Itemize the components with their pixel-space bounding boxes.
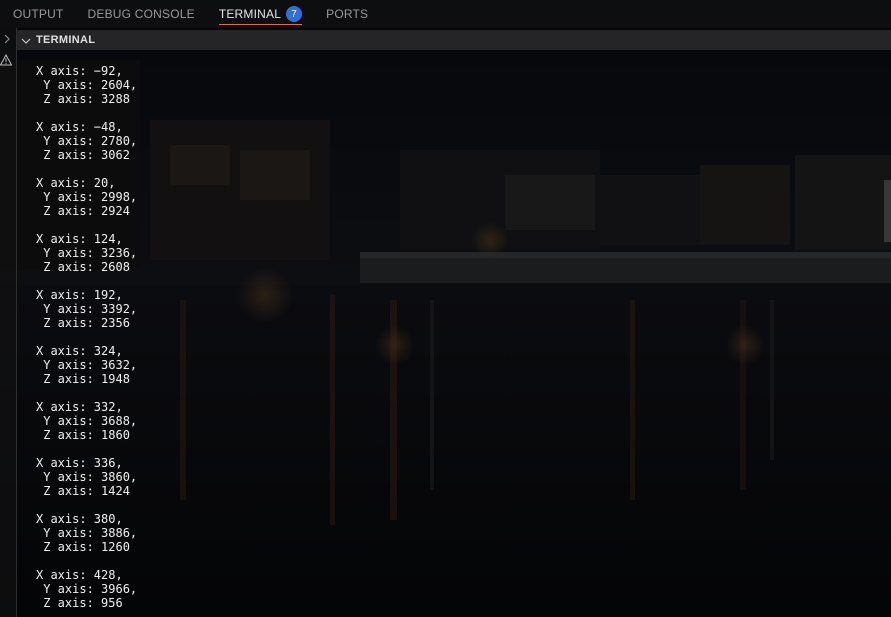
terminal-entry: X axis: −92, Y axis: 2604, Z axis: 3288 (36, 64, 876, 106)
terminal-line-y-axis: Y axis: 3966, (36, 582, 138, 596)
tab-ports[interactable]: PORTS (326, 0, 368, 28)
terminal-line-z-axis: Z axis: 1948 (36, 372, 130, 386)
terminal-line-z-axis: Z axis: 3062 (36, 148, 130, 162)
terminal-entry: X axis: 20, Y axis: 2998, Z axis: 2924 (36, 176, 876, 218)
terminal-line-y-axis: Y axis: 2998, (36, 190, 138, 204)
terminal-line-x-axis: X axis: −92, (36, 64, 123, 78)
terminal-section-header[interactable]: TERMINAL (17, 30, 891, 50)
terminal-entry: X axis: −48, Y axis: 2780, Z axis: 3062 (36, 120, 876, 162)
terminal-line-z-axis: Z axis: 1260 (36, 540, 130, 554)
tab-output[interactable]: OUTPUT (13, 0, 64, 28)
terminal-line-x-axis: X axis: 20, (36, 176, 116, 190)
terminal-scrollbar[interactable] (881, 50, 891, 617)
terminal-line-x-axis: X axis: 324, (36, 344, 123, 358)
terminal-line-z-axis: Z axis: 956 (36, 596, 123, 610)
terminal-line-x-axis: X axis: 332, (36, 400, 123, 414)
terminal-line-x-axis: X axis: −48, (36, 120, 123, 134)
terminal-line-y-axis: Y axis: 3886, (36, 526, 138, 540)
terminal-entry: X axis: 124, Y axis: 3236, Z axis: 2608 (36, 232, 876, 274)
tab-ports-label: PORTS (326, 7, 369, 21)
terminal-entry: X axis: 192, Y axis: 3392, Z axis: 2356 (36, 288, 876, 330)
terminal-line-z-axis: Z axis: 2608 (36, 260, 130, 274)
terminal-line-x-axis: X axis: 124, (36, 232, 123, 246)
terminal-line-x-axis: X axis: 192, (36, 288, 123, 302)
left-gutter (0, 28, 17, 617)
tab-debug-console-label: DEBUG CONSOLE (87, 7, 195, 21)
terminal-line-y-axis: Y axis: 3688, (36, 414, 138, 428)
terminal-line-x-axis: X axis: 336, (36, 456, 123, 470)
terminal-line-z-axis: Z axis: 3288 (36, 92, 130, 106)
terminal-line-y-axis: Y axis: 2780, (36, 134, 138, 148)
terminal-line-y-axis: Y axis: 3860, (36, 470, 138, 484)
tab-output-label: OUTPUT (13, 7, 64, 21)
terminal-output[interactable]: X axis: −92, Y axis: 2604, Z axis: 3288 X… (36, 64, 876, 617)
terminal-entry: X axis: 324, Y axis: 3632, Z axis: 1948 (36, 344, 876, 386)
tab-terminal[interactable]: TERMINAL 7 (218, 0, 303, 28)
terminal-line-y-axis: Y axis: 3236, (36, 246, 138, 260)
section-title: TERMINAL (36, 34, 96, 46)
warning-icon[interactable] (0, 53, 13, 66)
chevron-down-icon[interactable] (20, 34, 32, 46)
tab-terminal-label: TERMINAL (218, 7, 282, 21)
terminal-entry: X axis: 332, Y axis: 3688, Z axis: 1860 (36, 400, 876, 442)
terminal-line-y-axis: Y axis: 3632, (36, 358, 138, 372)
terminal-line-z-axis: Z axis: 2356 (36, 316, 130, 330)
terminal-count-badge: 7 (286, 6, 303, 22)
terminal-line-y-axis: Y axis: 3392, (36, 302, 138, 316)
terminal-line-z-axis: Z axis: 2924 (36, 204, 130, 218)
panel-tab-bar: OUTPUT DEBUG CONSOLE TERMINAL 7 PORTS (0, 0, 891, 28)
terminal-line-z-axis: Z axis: 1860 (36, 428, 130, 442)
scrollbar-thumb[interactable] (884, 180, 891, 242)
terminal-entry: X axis: 428, Y axis: 3966, Z axis: 956 (36, 568, 876, 610)
terminal-line-y-axis: Y axis: 2604, (36, 78, 138, 92)
terminal-entry: X axis: 336, Y axis: 3860, Z axis: 1424 (36, 456, 876, 498)
terminal-line-z-axis: Z axis: 1424 (36, 484, 130, 498)
chevron-right-icon[interactable] (1, 32, 13, 44)
tab-debug-console[interactable]: DEBUG CONSOLE (88, 0, 195, 28)
terminal-line-x-axis: X axis: 428, (36, 568, 123, 582)
terminal-entry: X axis: 380, Y axis: 3886, Z axis: 1260 (36, 512, 876, 554)
terminal-line-x-axis: X axis: 380, (36, 512, 123, 526)
